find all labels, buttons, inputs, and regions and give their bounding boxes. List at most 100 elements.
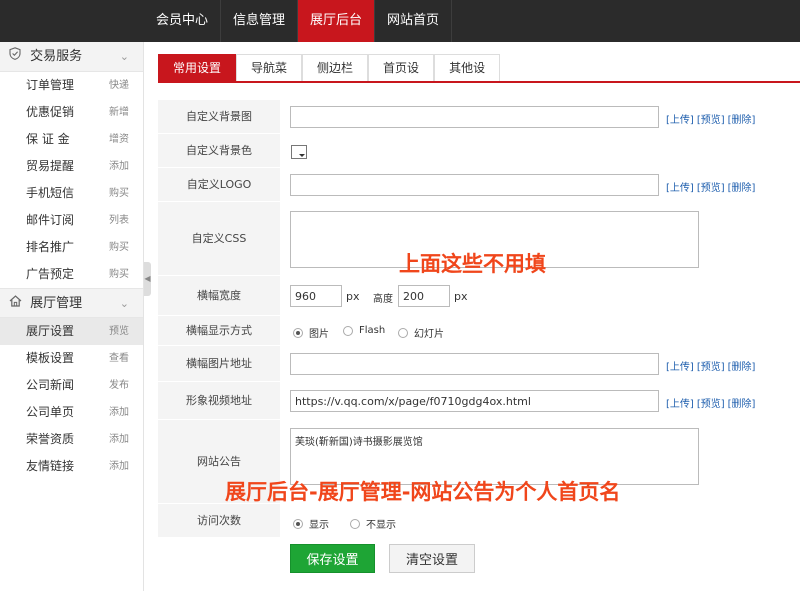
sidebar-item-label: 保 证 金 — [26, 132, 70, 146]
sidebar-item-company-page[interactable]: 公司单页 添加 — [0, 399, 143, 426]
sidebar-item-friend-links[interactable]: 友情链接 添加 — [0, 453, 143, 480]
visits-hide-radio[interactable]: 不显示 — [350, 516, 396, 531]
css-label: 自定义CSS — [158, 202, 280, 276]
sidebar-item-tag[interactable]: 预览 — [109, 318, 129, 345]
chevron-down-icon: ⌄ — [119, 297, 129, 310]
sidebar-item-ranking-promotion[interactable]: 排名推广 购买 — [0, 234, 143, 261]
sidebar-item-email-subscription[interactable]: 邮件订阅 列表 — [0, 207, 143, 234]
home-icon — [8, 289, 22, 319]
video-url-input[interactable] — [290, 390, 659, 412]
topnav-info-management[interactable]: 信息管理 — [221, 0, 299, 42]
banner-height-unit: px — [454, 290, 468, 303]
banner-image-label: 横幅图片地址 — [158, 346, 280, 382]
sidebar-item-tag[interactable]: 新增 — [109, 99, 129, 126]
radio-label: 不显示 — [366, 520, 396, 531]
sidebar-group-trade-services[interactable]: 交易服务 ⌄ — [0, 42, 143, 72]
bg-color-picker[interactable] — [291, 145, 307, 159]
clear-settings-button[interactable]: 清空设置 — [389, 544, 475, 573]
banner-mode-flash-radio[interactable]: Flash — [343, 325, 385, 336]
sidebar-item-label: 排名推广 — [26, 240, 75, 254]
bg-image-label: 自定义背景图 — [158, 100, 280, 134]
banner-width-unit: px — [346, 290, 360, 303]
upload-link[interactable]: [上传] — [666, 183, 694, 194]
sidebar-item-company-news[interactable]: 公司新闻 发布 — [0, 372, 143, 399]
sidebar-item-label: 荣誉资质 — [26, 432, 75, 446]
delete-link[interactable]: [删除] — [728, 183, 756, 194]
topnav-member-center[interactable]: 会员中心 — [144, 0, 222, 42]
banner-height-label: 高度 — [373, 294, 393, 305]
banner-image-input[interactable] — [290, 353, 659, 375]
sidebar-item-tag[interactable]: 添加 — [109, 453, 129, 480]
sidebar-item-honors[interactable]: 荣誉资质 添加 — [0, 426, 143, 453]
tab-homepage[interactable]: 首页设 — [368, 54, 435, 81]
banner-width-input[interactable] — [290, 285, 342, 307]
sidebar-item-tag[interactable]: 发布 — [109, 372, 129, 399]
annotation-note-1: 上面这些不用填 — [399, 252, 546, 276]
sidebar-item-label: 广告预定 — [26, 267, 75, 281]
sidebar-item-tag[interactable]: 购买 — [109, 261, 129, 288]
sidebar-item-deposit[interactable]: 保 证 金 增资 — [0, 126, 143, 153]
tab-sidebar[interactable]: 侧边栏 — [302, 54, 369, 81]
topnav-showroom-backend[interactable]: 展厅后台 — [298, 0, 376, 42]
sidebar-group-title: 展厅管理 — [30, 296, 83, 311]
settings-tabs: 常用设置 导航菜 侧边栏 首页设 其他设 — [158, 54, 800, 83]
banner-mode-label: 横幅显示方式 — [158, 316, 280, 346]
banner-mode-slideshow-radio[interactable]: 幻灯片 — [398, 325, 444, 340]
chevron-down-icon: ⌄ — [119, 50, 129, 63]
sidebar-item-trade-alerts[interactable]: 贸易提醒 添加 — [0, 153, 143, 180]
preview-link[interactable]: [预览] — [697, 399, 725, 410]
sidebar-item-label: 优惠促销 — [26, 105, 75, 119]
video-label: 形象视频地址 — [158, 382, 280, 420]
visits-label: 访问次数 — [158, 504, 280, 538]
bg-image-input[interactable] — [290, 106, 659, 128]
sidebar-item-tag[interactable]: 列表 — [109, 207, 129, 234]
sidebar-item-template-settings[interactable]: 模板设置 查看 — [0, 345, 143, 372]
sidebar-group-title: 交易服务 — [30, 49, 83, 64]
sidebar-item-showroom-settings[interactable]: 展厅设置 预览 — [0, 318, 143, 345]
logo-label: 自定义LOGO — [158, 168, 280, 202]
sidebar-item-order-management[interactable]: 订单管理 快递 — [0, 72, 143, 99]
sidebar-item-label: 订单管理 — [26, 78, 75, 92]
sidebar-group-showroom-management[interactable]: 展厅管理 ⌄ — [0, 288, 143, 318]
logo-input[interactable] — [290, 174, 659, 196]
radio-dot — [343, 325, 353, 336]
banner-height-input[interactable] — [398, 285, 450, 307]
delete-link[interactable]: [删除] — [728, 399, 756, 410]
delete-link[interactable]: [删除] — [728, 362, 756, 373]
delete-link[interactable]: [删除] — [728, 115, 756, 126]
sidebar-item-sms[interactable]: 手机短信 购买 — [0, 180, 143, 207]
topnav-site-home[interactable]: 网站首页 — [375, 0, 453, 42]
sidebar-item-tag[interactable]: 添加 — [109, 426, 129, 453]
sidebar-item-tag[interactable]: 查看 — [109, 345, 129, 372]
sidebar-item-label: 友情链接 — [26, 459, 75, 473]
sidebar-item-tag[interactable]: 快递 — [109, 72, 129, 99]
tab-common-settings[interactable]: 常用设置 — [158, 54, 237, 81]
video-links: [上传] [预览] [删除] — [666, 395, 758, 410]
preview-link[interactable]: [预览] — [697, 362, 725, 373]
radio-dot — [293, 327, 303, 338]
sidebar-item-ad-booking[interactable]: 广告预定 购买 — [0, 261, 143, 288]
tab-nav-menu[interactable]: 导航菜 — [236, 54, 303, 81]
visits-show-radio[interactable]: 显示 — [293, 516, 329, 531]
sidebar-collapse-handle[interactable]: ◀ — [144, 262, 151, 296]
banner-mode-image-radio[interactable]: 图片 — [293, 325, 329, 340]
sidebar-item-tag[interactable]: 添加 — [109, 399, 129, 426]
preview-link[interactable]: [预览] — [697, 183, 725, 194]
upload-link[interactable]: [上传] — [666, 362, 694, 373]
sidebar-item-tag[interactable]: 购买 — [109, 234, 129, 261]
tab-other[interactable]: 其他设 — [434, 54, 501, 81]
sidebar-item-promotions[interactable]: 优惠促销 新增 — [0, 99, 143, 126]
upload-link[interactable]: [上传] — [666, 115, 694, 126]
sidebar-item-label: 手机短信 — [26, 186, 75, 200]
upload-link[interactable]: [上传] — [666, 399, 694, 410]
sidebar-item-tag[interactable]: 添加 — [109, 153, 129, 180]
radio-dot — [350, 518, 360, 529]
save-settings-button[interactable]: 保存设置 — [290, 544, 375, 573]
sidebar-item-tag[interactable]: 购买 — [109, 180, 129, 207]
radio-label: Flash — [359, 325, 386, 336]
preview-link[interactable]: [预览] — [697, 115, 725, 126]
radio-dot — [293, 518, 303, 529]
banner-width-label: 横幅宽度 — [158, 276, 280, 316]
sidebar-item-tag[interactable]: 增资 — [109, 126, 129, 153]
shield-check-icon — [8, 42, 22, 72]
